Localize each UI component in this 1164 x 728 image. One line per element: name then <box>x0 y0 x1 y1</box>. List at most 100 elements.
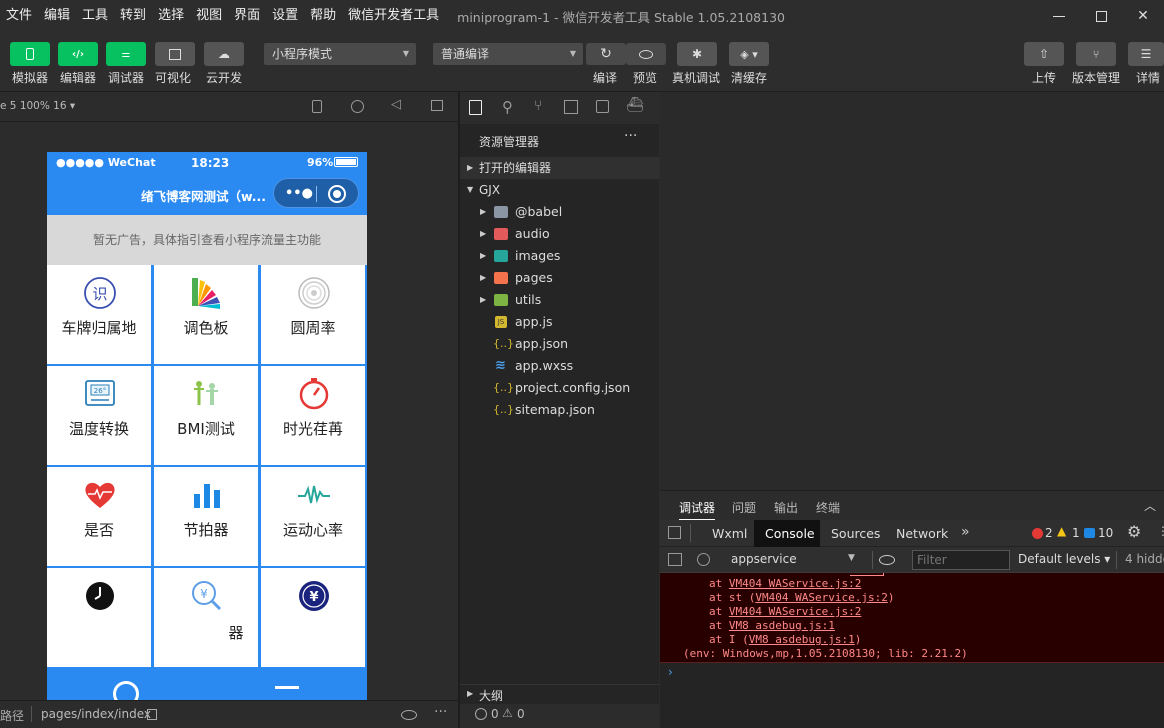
copy-icon[interactable] <box>147 709 157 720</box>
compile-button[interactable]: ↻ <box>586 43 626 65</box>
close-target-icon[interactable] <box>328 185 346 203</box>
grid-cell-clock[interactable] <box>47 568 151 667</box>
tab-sources[interactable]: Sources <box>831 526 880 541</box>
phone-icon[interactable] <box>312 100 322 113</box>
docker-icon[interactable]: ⛴ <box>626 97 644 113</box>
menu-interface[interactable]: 界面 <box>228 0 266 32</box>
warning-count[interactable]: 1 <box>1072 526 1080 540</box>
files-icon[interactable] <box>469 100 482 115</box>
grid-cell-pi[interactable]: 圆周率 <box>261 265 365 364</box>
clear-cache-button[interactable]: ◈ ▾ <box>729 42 769 66</box>
tab-problems[interactable]: 问题 <box>732 499 756 516</box>
info-count[interactable]: 10 <box>1098 526 1113 540</box>
menu-file[interactable]: 文件 <box>0 0 38 32</box>
grid-cell-metronome[interactable]: 节拍器 <box>154 467 258 566</box>
source-link[interactable]: VM8 asdebug.js:1 <box>729 619 835 632</box>
tab-output[interactable]: 输出 <box>774 499 798 516</box>
simulator-button[interactable] <box>10 42 50 66</box>
close-button[interactable]: ✕ <box>1122 0 1164 32</box>
grid-cell-palette[interactable]: 调色板 <box>154 265 258 364</box>
source-link[interactable]: VM8 asdebug.js:1 <box>749 633 855 646</box>
volume-icon[interactable]: ◁ <box>391 97 401 112</box>
gear-icon[interactable] <box>113 681 139 700</box>
tree-item-project-config[interactable]: {..} project.config.json <box>460 377 659 399</box>
warning-icon[interactable]: ⚠ <box>502 706 513 720</box>
outline-section[interactable]: ▶ 大纲 <box>460 684 659 704</box>
source-link[interactable]: VM404 WAService.js:2 <box>729 605 861 618</box>
context-select[interactable]: appservice ▼ <box>723 550 863 570</box>
tree-item-utils[interactable]: ▶ utils <box>460 289 659 311</box>
grid-cell-timer[interactable]: 时光荏苒 <box>261 366 365 465</box>
console-prompt[interactable]: › <box>660 662 1164 728</box>
tree-item-app-wxss[interactable]: ≋ app.wxss <box>460 355 659 377</box>
more-vert-icon[interactable]: ⋮ <box>1157 524 1164 538</box>
sidebar-toggle-icon[interactable] <box>668 553 682 566</box>
debugger-button[interactable]: ⚌ <box>106 42 146 66</box>
grid-cell-heartrate[interactable]: 运动心率 <box>261 467 365 566</box>
popout-icon[interactable] <box>431 100 443 111</box>
tree-item-app-js[interactable]: JS app.js <box>460 311 659 333</box>
mode-select[interactable]: 小程序模式 ▼ <box>264 43 416 65</box>
grid-cell-temp[interactable]: 26° 温度转换 <box>47 366 151 465</box>
error-icon[interactable] <box>475 708 487 720</box>
more-icon[interactable]: ··· <box>434 704 447 720</box>
version-button[interactable]: ⑂ <box>1076 42 1116 66</box>
tab-console[interactable]: Console <box>765 526 815 541</box>
page-path[interactable]: pages/index/index <box>41 707 151 721</box>
chevron-up-icon[interactable]: ︿ <box>1144 497 1156 514</box>
tree-item-images[interactable]: ▶ images <box>460 245 659 267</box>
grid-cell-plate[interactable]: 识 车牌归属地 <box>47 265 151 364</box>
menu-edit[interactable]: 编辑 <box>38 0 76 32</box>
tab-terminal[interactable]: 终端 <box>816 499 840 516</box>
project-root[interactable]: ▼ GJX <box>460 179 659 201</box>
menu-select[interactable]: 选择 <box>152 0 190 32</box>
grid-cell-exchange[interactable]: ¥ 器 <box>154 568 258 667</box>
gear-icon[interactable]: ⚙ <box>1127 522 1141 541</box>
open-editors-section[interactable]: ▶ 打开的编辑器 <box>460 157 659 179</box>
list-icon[interactable] <box>275 686 299 689</box>
search-icon[interactable]: ⚲ <box>502 98 513 116</box>
menu-devtools[interactable]: 微信开发者工具 <box>342 0 445 32</box>
more-icon[interactable]: ··· <box>624 128 637 144</box>
menu-tools[interactable]: 工具 <box>76 0 114 32</box>
tree-item-audio[interactable]: ▶ audio <box>460 223 659 245</box>
tree-item-babel[interactable]: ▶ @babel <box>460 201 659 223</box>
menu-help[interactable]: 帮助 <box>304 0 342 32</box>
menu-view[interactable]: 视图 <box>190 0 228 32</box>
capsule-menu[interactable]: ••● <box>273 178 359 208</box>
more-icon[interactable]: ••● <box>285 186 313 201</box>
more-tabs-icon[interactable]: » <box>961 524 970 540</box>
maximize-button[interactable] <box>1080 0 1122 32</box>
tab-debugger[interactable]: 调试器 <box>679 499 716 520</box>
storage-icon[interactable] <box>596 100 609 113</box>
record-icon[interactable] <box>351 100 364 113</box>
error-count[interactable]: 2 <box>1045 526 1053 540</box>
details-button[interactable]: ☰ <box>1128 42 1164 66</box>
source-link[interactable]: VM404 WAService.js:2 <box>755 591 887 604</box>
minimize-button[interactable] <box>1038 0 1080 32</box>
grid-cell-yesno[interactable]: 是否 <box>47 467 151 566</box>
levels-select[interactable]: Default levels ▾ <box>1018 552 1110 566</box>
device-select[interactable]: e 5 100% 16 ▾ <box>0 100 75 112</box>
upload-button[interactable]: ⇧ <box>1024 42 1064 66</box>
compile-select[interactable]: 普通编译 ▼ <box>433 43 583 65</box>
grid-cell-bmi[interactable]: BMI测试 <box>154 366 258 465</box>
eye-icon[interactable] <box>401 710 417 720</box>
clear-icon[interactable] <box>697 553 710 566</box>
real-debug-button[interactable]: ✱ <box>677 42 717 66</box>
tree-item-sitemap[interactable]: {..} sitemap.json <box>460 399 659 421</box>
extensions-icon[interactable] <box>564 100 578 114</box>
grid-cell-currency[interactable]: ¥ <box>261 568 365 667</box>
source-link[interactable]: VM404 WAService.js:2 <box>729 577 861 590</box>
menu-settings[interactable]: 设置 <box>266 0 304 32</box>
tab-network[interactable]: Network <box>896 526 948 541</box>
inspect-icon[interactable] <box>668 526 681 539</box>
tree-item-app-json[interactable]: {..} app.json <box>460 333 659 355</box>
visual-button[interactable] <box>155 42 195 66</box>
menu-goto[interactable]: 转到 <box>114 0 152 32</box>
tree-item-pages[interactable]: ▶ pages <box>460 267 659 289</box>
eye-icon[interactable] <box>879 555 895 565</box>
git-icon[interactable]: ⑂ <box>534 98 542 114</box>
tab-wxml[interactable]: Wxml <box>712 526 747 541</box>
filter-input[interactable] <box>912 550 1010 570</box>
